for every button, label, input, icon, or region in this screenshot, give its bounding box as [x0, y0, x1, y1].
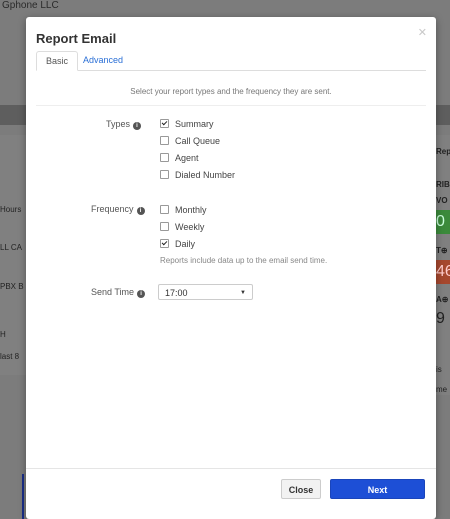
frequency-label-group: Frequency i: [91, 204, 145, 215]
background-left-item: H: [0, 330, 6, 339]
tab-advanced[interactable]: Advanced: [74, 51, 132, 69]
checkbox-dialed-number[interactable]: [160, 170, 169, 179]
types-label: Types: [106, 119, 131, 129]
checkbox-daily[interactable]: [160, 239, 169, 248]
divider: [36, 105, 426, 106]
option-label: Weekly: [175, 222, 205, 232]
background-right-item: RIB: [436, 180, 450, 189]
background-left-item: LL CA: [0, 243, 22, 252]
send-time-label-group: Send Time i: [91, 287, 146, 298]
tab-bar: Basic Advanced: [36, 51, 426, 71]
frequency-label: Frequency: [91, 204, 134, 214]
option-label: Monthly: [175, 205, 207, 215]
types-option-summary[interactable]: Summary: [160, 118, 214, 130]
background-right-item: A⊕: [436, 295, 449, 304]
option-label: Dialed Number: [175, 170, 236, 180]
info-icon[interactable]: i: [136, 207, 145, 215]
close-button[interactable]: Close: [281, 479, 321, 499]
checkbox-call-queue[interactable]: [160, 136, 169, 145]
modal-title: Report Email: [36, 31, 117, 46]
next-button[interactable]: Next: [330, 479, 425, 499]
send-time-label: Send Time: [91, 287, 135, 297]
background-green-tile: 0: [436, 210, 450, 234]
close-icon[interactable]: ✕: [418, 26, 427, 39]
report-email-modal: Report Email ✕ Basic Advanced Select you…: [26, 17, 436, 519]
types-option-call-queue[interactable]: Call Queue: [160, 135, 220, 147]
option-label: Agent: [175, 153, 199, 163]
option-label: Call Queue: [175, 136, 221, 146]
frequency-option-weekly[interactable]: Weekly: [160, 221, 204, 233]
background-left-item: Hours: [0, 205, 22, 214]
types-label-group: Types i: [106, 119, 142, 130]
background-chart-bar: [22, 474, 24, 519]
frequency-option-daily[interactable]: Daily: [160, 238, 195, 250]
chevron-down-icon: ▼: [240, 290, 246, 296]
info-icon[interactable]: i: [137, 290, 146, 298]
checkbox-monthly[interactable]: [160, 205, 169, 214]
background-right-item: is: [436, 365, 442, 374]
frequency-option-monthly[interactable]: Monthly: [160, 204, 207, 216]
background-right-item: VO: [436, 196, 448, 205]
modal-description: Select your report types and the frequen…: [130, 87, 332, 96]
background-left-panel: [0, 135, 27, 375]
background-right-item: T⊕: [436, 246, 448, 255]
send-time-select[interactable]: 17:00 ▼: [158, 284, 253, 300]
types-option-agent[interactable]: Agent: [160, 152, 199, 164]
footer-divider: [26, 468, 436, 469]
background-left-item: PBX B: [0, 282, 24, 291]
background-left-item: last 8: [0, 352, 20, 361]
background-big-value: 9: [436, 310, 445, 327]
background-right-item: Rep: [436, 147, 450, 156]
option-label: Daily: [175, 239, 196, 249]
option-label: Summary: [175, 119, 214, 129]
types-option-dialed-number[interactable]: Dialed Number: [160, 169, 235, 181]
send-time-value: 17:00: [165, 288, 188, 298]
info-icon[interactable]: i: [133, 122, 142, 130]
company-name: Gphone LLC: [2, 0, 59, 11]
background-right-item: me: [436, 385, 448, 394]
checkbox-weekly[interactable]: [160, 222, 169, 231]
tab-basic[interactable]: Basic: [36, 51, 79, 71]
frequency-hint: Reports include data up to the email sen…: [160, 256, 328, 265]
background-red-tile: 46: [436, 260, 450, 284]
checkbox-summary[interactable]: [160, 119, 169, 128]
checkbox-agent[interactable]: [160, 153, 169, 162]
